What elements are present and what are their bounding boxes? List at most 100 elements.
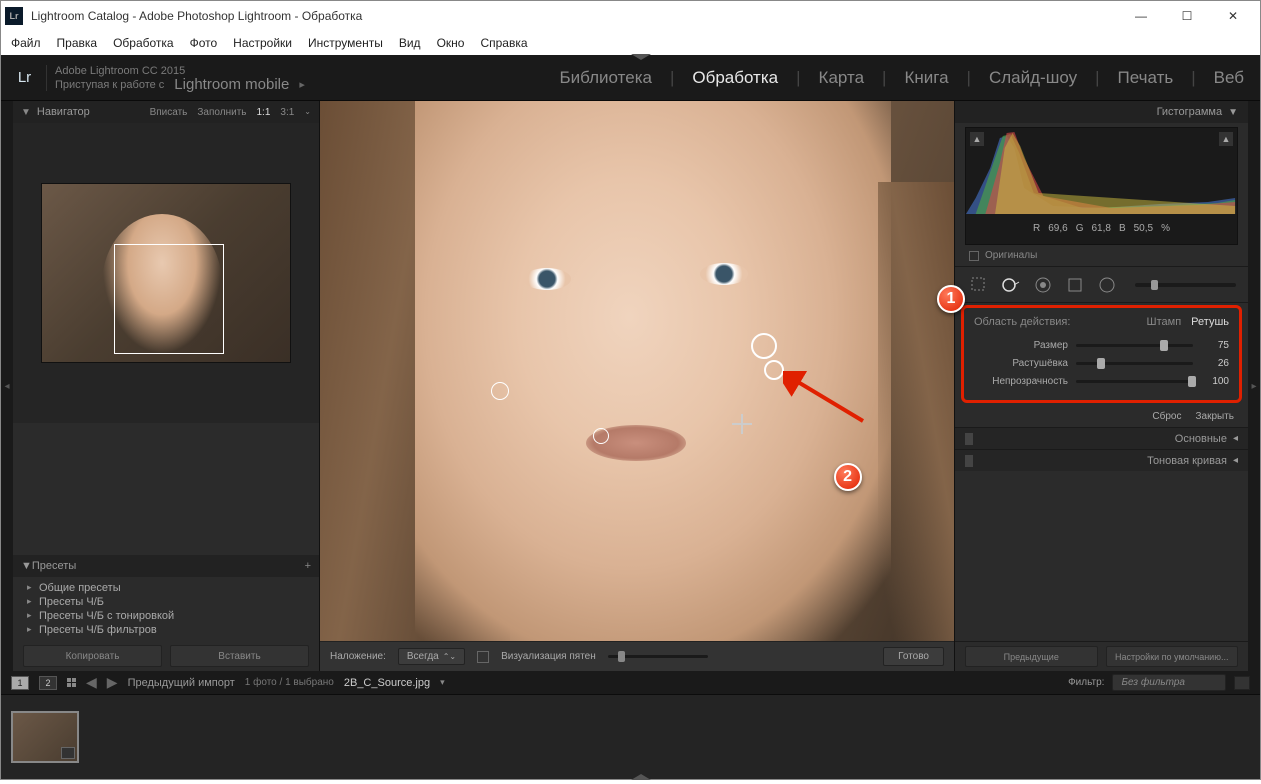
photo-canvas[interactable]: 2 — [320, 101, 954, 641]
minimize-button[interactable]: — — [1118, 2, 1164, 30]
radial-filter-tool-icon[interactable] — [1095, 273, 1119, 297]
fit-mode-fill[interactable]: Заполнить — [197, 107, 246, 118]
previous-button[interactable]: Предыдущие — [965, 646, 1098, 667]
graduated-filter-tool-icon[interactable] — [1063, 273, 1087, 297]
module-develop[interactable]: Обработка — [690, 66, 780, 90]
redeye-tool-icon[interactable] — [1031, 273, 1055, 297]
mode-clone[interactable]: Штамп — [1147, 316, 1182, 328]
feather-value[interactable]: 26 — [1201, 358, 1229, 369]
hist-g-value: 61,8 — [1091, 223, 1110, 234]
navigator-header[interactable]: ▼ Навигатор Вписать Заполнить 1:1 3:1 ⌄ — [13, 101, 319, 123]
panel-collapse-top-icon[interactable] — [631, 54, 651, 60]
crosshair-cursor-icon — [732, 414, 752, 434]
menu-view[interactable]: Вид — [399, 36, 421, 50]
shadow-clipping-icon[interactable]: ▲ — [970, 132, 984, 146]
fit-dropdown-icon[interactable]: ⌄ — [304, 107, 311, 118]
fit-mode-fit[interactable]: Вписать — [150, 107, 188, 118]
filename-dropdown-icon[interactable]: ▾ — [440, 677, 445, 688]
brand-mobile-prefix: Приступая к работе с — [55, 78, 164, 92]
add-preset-icon[interactable]: + — [305, 560, 311, 572]
close-button[interactable]: ✕ — [1210, 2, 1256, 30]
filter-lock-icon[interactable] — [1234, 676, 1250, 690]
paste-button[interactable]: Вставить — [170, 645, 309, 667]
right-panel: Гистограмма ▼ ▲ ▲ R 69,6 G — [954, 101, 1248, 671]
chevron-right-icon[interactable]: ▸ — [299, 78, 305, 92]
opacity-slider[interactable] — [1076, 380, 1193, 383]
filmstrip-thumbnail[interactable] — [11, 711, 79, 763]
histogram-header[interactable]: Гистограмма ▼ — [955, 101, 1248, 123]
second-monitor-button[interactable]: 2 — [39, 676, 57, 690]
preset-folder[interactable]: Пресеты Ч/Б с тонировкой — [13, 609, 319, 623]
menu-file[interactable]: Файл — [11, 36, 41, 50]
menu-window[interactable]: Окно — [437, 36, 465, 50]
module-slideshow[interactable]: Слайд-шоу — [987, 66, 1079, 90]
originals-row[interactable]: Оригиналы — [955, 245, 1248, 267]
reset-button[interactable]: Сброс — [1152, 411, 1181, 422]
menu-settings[interactable]: Настройки — [233, 36, 292, 50]
spot-removal-circle[interactable] — [764, 360, 784, 380]
overlay-select[interactable]: Всегда⌃⌄ — [398, 648, 465, 665]
preset-folder[interactable]: Пресеты Ч/Б — [13, 595, 319, 609]
source-label[interactable]: Предыдущий импорт — [128, 677, 235, 689]
brand-mobile[interactable]: Lightroom mobile — [174, 78, 289, 92]
menu-edit[interactable]: Правка — [57, 36, 98, 50]
photo-count: 1 фото / 1 выбрано — [245, 677, 334, 688]
spot-removal-tool-icon[interactable] — [999, 273, 1023, 297]
center-area: 2 Наложение: Всегда⌃⌄ Визуализация пятен… — [320, 101, 954, 671]
histogram-title: Гистограмма — [1157, 106, 1223, 118]
module-library[interactable]: Библиотека — [558, 66, 654, 90]
navigator-thumbnail[interactable] — [13, 123, 319, 423]
panel-collapse-bottom-icon[interactable] — [631, 774, 651, 780]
mode-heal[interactable]: Ретушь — [1191, 316, 1229, 328]
opacity-value[interactable]: 100 — [1201, 376, 1229, 387]
spot-removal-circle[interactable] — [491, 382, 509, 400]
basic-panel-header[interactable]: Основные◂ — [955, 427, 1248, 449]
hist-b-label: B — [1119, 223, 1126, 234]
size-slider[interactable] — [1076, 344, 1193, 347]
maximize-button[interactable]: ☐ — [1164, 2, 1210, 30]
right-collapse[interactable]: ▸ — [1248, 101, 1260, 671]
module-book[interactable]: Книга — [902, 66, 950, 90]
presets-header[interactable]: ▼ Пресеты + — [13, 555, 319, 577]
highlight-clipping-icon[interactable]: ▲ — [1219, 132, 1233, 146]
preset-folder[interactable]: Пресеты Ч/Б фильтров — [13, 623, 319, 637]
feather-slider[interactable] — [1076, 362, 1193, 365]
main-monitor-button[interactable]: 1 — [11, 676, 29, 690]
spot-removal-circle[interactable] — [593, 428, 609, 444]
close-panel-button[interactable]: Закрыть — [1195, 411, 1234, 422]
fit-mode-31[interactable]: 3:1 — [280, 107, 294, 118]
filter-select[interactable]: Без фильтра — [1112, 674, 1226, 691]
disclosure-icon: ▼ — [21, 560, 32, 572]
menubar: Файл Правка Обработка Фото Настройки Инс… — [1, 31, 1260, 55]
reset-default-button[interactable]: Настройки по умолчанию... — [1106, 646, 1239, 667]
preset-folder[interactable]: Общие пресеты — [13, 581, 319, 595]
navigator-viewport[interactable] — [114, 244, 224, 354]
next-photo-icon[interactable]: ▶ — [107, 674, 118, 691]
viz-slider[interactable] — [608, 655, 708, 658]
left-collapse[interactable]: ◂ — [1, 101, 13, 671]
histogram[interactable]: ▲ ▲ R 69,6 G 61,8 B 50,5 — [965, 127, 1238, 245]
menu-help[interactable]: Справка — [480, 36, 527, 50]
module-print[interactable]: Печать — [1116, 66, 1176, 90]
size-value[interactable]: 75 — [1201, 340, 1229, 351]
menu-photo[interactable]: Фото — [190, 36, 218, 50]
viz-checkbox[interactable] — [477, 651, 489, 663]
copy-button[interactable]: Копировать — [23, 645, 162, 667]
presets-title: Пресеты — [32, 560, 76, 572]
annotation-badge-1: 1 — [937, 285, 965, 313]
crop-tool-icon[interactable] — [967, 273, 991, 297]
brush-size-slider[interactable] — [1135, 283, 1236, 287]
fit-mode-11[interactable]: 1:1 — [256, 107, 270, 118]
spot-removal-panel: Область действия: Штамп Ретушь Размер 75… — [961, 305, 1242, 403]
tone-curve-panel-header[interactable]: Тоновая кривая◂ — [955, 449, 1248, 471]
module-map[interactable]: Карта — [817, 66, 867, 90]
overlay-label: Наложение: — [330, 651, 386, 662]
menu-tools[interactable]: Инструменты — [308, 36, 383, 50]
window-title: Lightroom Catalog - Adobe Photoshop Ligh… — [31, 9, 1118, 23]
done-button[interactable]: Готово — [883, 647, 944, 666]
left-panel: ▼ Навигатор Вписать Заполнить 1:1 3:1 ⌄ — [13, 101, 320, 671]
menu-develop[interactable]: Обработка — [113, 36, 174, 50]
module-web[interactable]: Веб — [1212, 66, 1246, 90]
prev-photo-icon[interactable]: ◀ — [86, 674, 97, 691]
grid-icon[interactable] — [67, 678, 76, 687]
